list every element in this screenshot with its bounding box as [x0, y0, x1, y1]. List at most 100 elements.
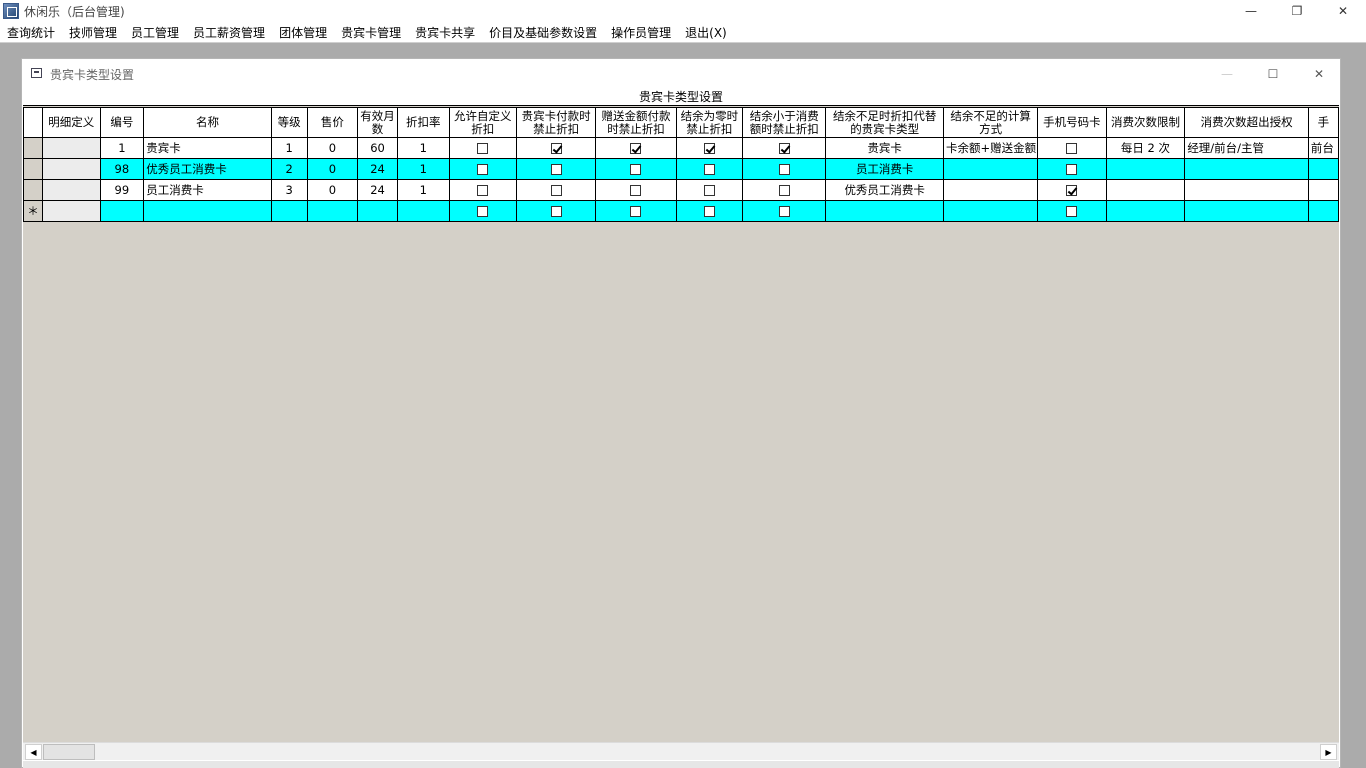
cell-extra[interactable]: 前台 [1307, 137, 1339, 159]
cell-id[interactable] [99, 200, 145, 222]
child-minimize-button[interactable]: — [1204, 59, 1250, 88]
col-header-allow-custom[interactable]: 允许自定义折扣 [448, 107, 518, 138]
menu-vip-share[interactable]: 贵宾卡共享 [415, 24, 475, 41]
col-header-level[interactable]: 等级 [270, 107, 308, 138]
row-selector[interactable] [23, 179, 43, 201]
horizontal-scrollbar[interactable]: ◀ ▶ [23, 742, 1339, 760]
cell-detail[interactable] [41, 200, 101, 222]
checkbox[interactable] [477, 184, 489, 196]
cell-price[interactable]: 0 [306, 158, 359, 180]
cell-level[interactable] [270, 200, 308, 222]
checkbox[interactable] [778, 184, 790, 196]
close-button[interactable]: ✕ [1320, 0, 1366, 22]
cell-replace-type[interactable]: 优秀员工消费卡 [825, 179, 945, 201]
checkbox[interactable] [630, 184, 642, 196]
scroll-thumb[interactable] [43, 744, 95, 760]
scroll-right-button[interactable]: ▶ [1320, 744, 1337, 760]
cell-replace-type[interactable]: 员工消费卡 [825, 158, 945, 180]
checkbox[interactable] [703, 184, 715, 196]
menu-query-stats[interactable]: 查询统计 [7, 24, 55, 41]
cell-extra[interactable] [1307, 200, 1339, 222]
cell-price[interactable]: 0 [306, 179, 359, 201]
col-header-gift-pay-forbid[interactable]: 赠送金额付款时禁止折扣 [595, 107, 677, 138]
row-selector[interactable] [23, 158, 43, 180]
cell-calc-method[interactable] [943, 158, 1039, 180]
col-header-replace-type[interactable]: 结余不足时折扣代替的贵宾卡类型 [825, 107, 945, 138]
cell-name[interactable]: 员工消费卡 [143, 179, 272, 201]
cell-price[interactable]: 0 [306, 137, 359, 159]
cell-detail[interactable] [41, 137, 101, 159]
cell-limit[interactable]: 每日 2 次 [1105, 137, 1186, 159]
col-header-months[interactable]: 有效月数 [357, 107, 398, 138]
cell-id[interactable]: 98 [99, 158, 145, 180]
scroll-left-button[interactable]: ◀ [25, 744, 42, 760]
col-header-id[interactable]: 编号 [99, 107, 145, 138]
child-close-button[interactable]: ✕ [1296, 59, 1342, 88]
cell-level[interactable]: 1 [270, 137, 308, 159]
checkbox[interactable] [703, 142, 715, 154]
checkbox[interactable] [1066, 142, 1078, 154]
restore-button[interactable]: ❐ [1274, 0, 1320, 22]
menu-operator[interactable]: 操作员管理 [611, 24, 671, 41]
checkbox[interactable] [1066, 184, 1078, 196]
cell-authorize[interactable] [1184, 179, 1309, 201]
checkbox[interactable] [550, 163, 562, 175]
checkbox[interactable] [1066, 205, 1078, 217]
col-header-detail[interactable]: 明细定义 [41, 107, 101, 138]
cell-calc-method[interactable]: 卡余额+赠送金额 [943, 137, 1039, 159]
menu-staff[interactable]: 员工管理 [131, 24, 179, 41]
checkbox[interactable] [550, 142, 562, 154]
checkbox[interactable] [550, 205, 562, 217]
menu-technician[interactable]: 技师管理 [69, 24, 117, 41]
cell-detail[interactable] [41, 179, 101, 201]
checkbox[interactable] [778, 205, 790, 217]
menu-group[interactable]: 团体管理 [279, 24, 327, 41]
col-header-calc-method[interactable]: 结余不足的计算方式 [943, 107, 1039, 138]
table-row[interactable]: 1 贵宾卡 1 0 60 1 贵宾卡 卡余额+赠送金额 每日 2 次经理/前台/主管 前台 [23, 137, 1339, 159]
checkbox[interactable] [477, 142, 489, 154]
cell-discount[interactable]: 1 [396, 137, 450, 159]
cell-extra[interactable] [1307, 158, 1339, 180]
cell-calc-method[interactable] [943, 179, 1039, 201]
cell-discount[interactable] [396, 200, 450, 222]
checkbox[interactable] [630, 163, 642, 175]
cell-months[interactable]: 24 [357, 179, 398, 201]
col-header-less-forbid[interactable]: 结余小于消费额时禁止折扣 [742, 107, 827, 138]
checkbox[interactable] [703, 205, 715, 217]
minimize-button[interactable]: — [1228, 0, 1274, 22]
cell-name[interactable]: 贵宾卡 [143, 137, 272, 159]
col-header-name[interactable]: 名称 [143, 107, 272, 138]
col-header-price[interactable]: 售价 [306, 107, 359, 138]
cell-limit[interactable] [1105, 200, 1186, 222]
row-selector[interactable] [23, 137, 43, 159]
col-header-vip-pay-forbid[interactable]: 贵宾卡付款时禁止折扣 [515, 107, 597, 138]
col-header-extra[interactable]: 手 [1307, 107, 1339, 138]
cell-replace-type[interactable] [825, 200, 945, 222]
col-header-mobile-card[interactable]: 手机号码卡 [1037, 107, 1107, 138]
checkbox[interactable] [550, 184, 562, 196]
cell-name[interactable]: 优秀员工消费卡 [143, 158, 272, 180]
menu-price-settings[interactable]: 价目及基础参数设置 [489, 24, 597, 41]
menu-salary[interactable]: 员工薪资管理 [193, 24, 265, 41]
cell-discount[interactable]: 1 [396, 179, 450, 201]
cell-months[interactable]: 24 [357, 158, 398, 180]
cell-authorize[interactable]: 经理/前台/主管 [1184, 137, 1309, 159]
checkbox[interactable] [778, 163, 790, 175]
checkbox[interactable] [630, 205, 642, 217]
cell-limit[interactable] [1105, 179, 1186, 201]
child-maximize-button[interactable]: ☐ [1250, 59, 1296, 88]
menu-exit[interactable]: 退出(X) [685, 24, 727, 41]
checkbox[interactable] [1066, 163, 1078, 175]
cell-replace-type[interactable]: 贵宾卡 [825, 137, 945, 159]
menu-vip-card[interactable]: 贵宾卡管理 [341, 24, 401, 41]
checkbox[interactable] [778, 142, 790, 154]
cell-price[interactable] [306, 200, 359, 222]
cell-detail[interactable] [41, 158, 101, 180]
cell-discount[interactable]: 1 [396, 158, 450, 180]
cell-extra[interactable] [1307, 179, 1339, 201]
col-header-discount[interactable]: 折扣率 [396, 107, 450, 138]
table-row[interactable]: ＊ [23, 200, 1339, 222]
checkbox[interactable] [477, 163, 489, 175]
cell-level[interactable]: 2 [270, 158, 308, 180]
checkbox[interactable] [477, 205, 489, 217]
